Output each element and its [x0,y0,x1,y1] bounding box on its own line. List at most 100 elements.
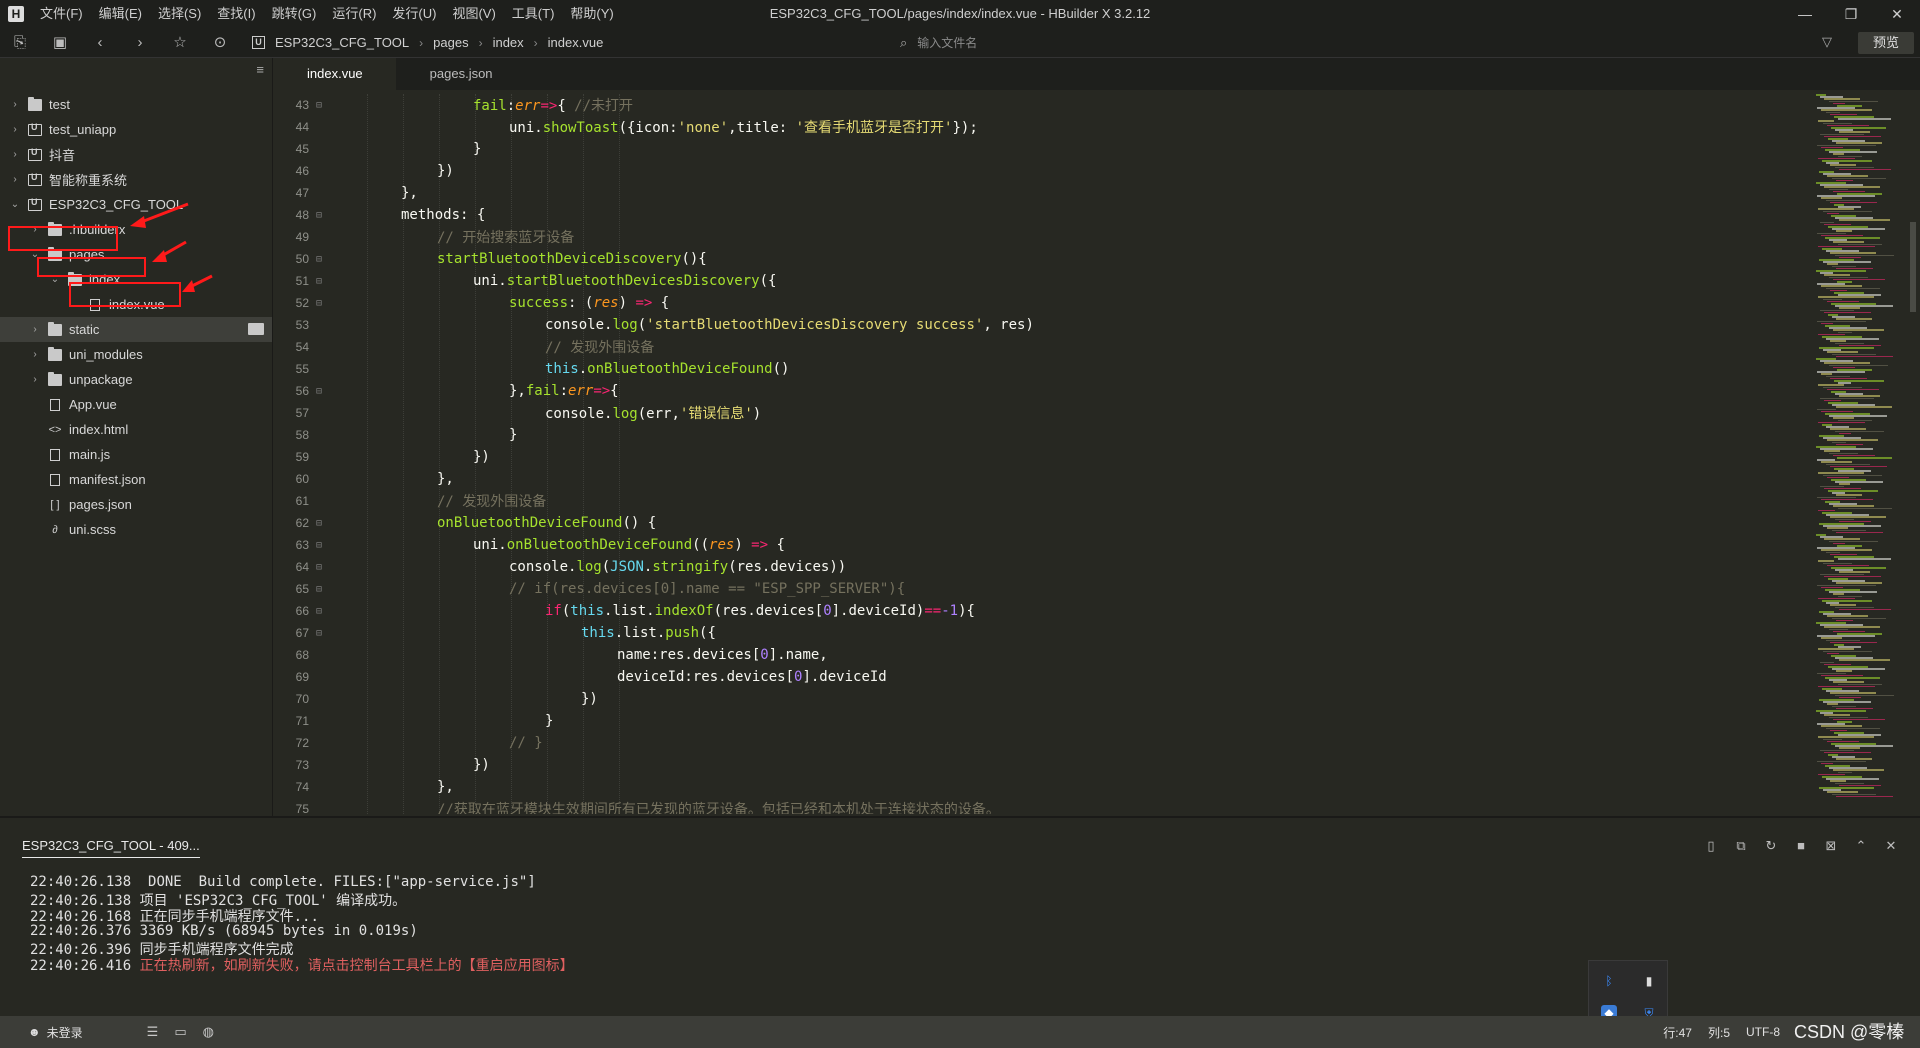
menu-item[interactable]: 跳转(G) [264,0,325,28]
fold-icon[interactable]: ⊟ [309,562,329,573]
code-line[interactable]: 73}) [273,754,1813,776]
tree-item[interactable]: manifest.json [0,467,272,492]
close-icon[interactable]: ✕ [1874,0,1920,28]
bluetooth-icon[interactable]: ᛒ [1601,973,1617,989]
code-line[interactable]: 58} [273,424,1813,446]
run-icon[interactable]: ⊙ [200,28,240,58]
code-line[interactable]: 51 ⊟ uni.startBluetoothDevicesDiscovery({ [273,270,1813,292]
code-line[interactable]: 59}) [273,446,1813,468]
fold-icon[interactable]: ⊟ [309,628,329,639]
code-line[interactable]: 43 ⊟ fail:err=>{ //未打开 [273,94,1813,116]
tree-item[interactable]: › 智能称重系统 [0,167,272,192]
fold-icon[interactable]: ⊟ [309,298,329,309]
code-line[interactable]: 66 ⊟ if(this.list.indexOf(res.devices[0].d… [273,600,1813,622]
menu-item[interactable]: 运行(R) [324,0,384,28]
file-search-input[interactable] [917,36,1518,50]
tree-item[interactable]: › test_uniapp [0,117,272,142]
code-line[interactable]: 47}, [273,182,1813,204]
code-line[interactable]: 56 ⊟},fail:err=>{ [273,380,1813,402]
new-file-icon[interactable]: ⎘ [0,28,40,58]
cursor-column[interactable]: 列:5 [1708,1024,1730,1041]
menu-item[interactable]: 发行(U) [384,0,444,28]
tab-index-vue[interactable]: index.vue [273,58,396,90]
code-line[interactable]: 68 name:res.devices[0].name, [273,644,1813,666]
breadcrumb-item[interactable]: pages [433,35,468,50]
preview-button[interactable]: 预览 [1858,32,1914,54]
code-line[interactable]: 48 ⊟ methods: { [273,204,1813,226]
code-line[interactable]: 55 this.onBluetoothDeviceFound() [273,358,1813,380]
tree-item[interactable]: › unpackage [0,367,272,392]
fold-icon[interactable]: ⊟ [309,276,329,287]
tree-item[interactable]: main.js [0,442,272,467]
menu-item[interactable]: 帮助(Y) [562,0,621,28]
phone-icon[interactable]: ▯ [1696,838,1726,854]
code-line[interactable]: 46}) [273,160,1813,182]
restore-icon[interactable]: ❐ [1828,0,1874,28]
menu-item[interactable]: 选择(S) [150,0,209,28]
code-line[interactable]: 57 console.log(err,'错误信息') [273,402,1813,424]
fold-icon[interactable]: ⊟ [309,254,329,265]
filter-icon[interactable]: ▽ [1822,34,1832,50]
chevron-right-icon[interactable]: › [8,124,22,135]
tree-item[interactable]: <> index.html [0,417,272,442]
close-console-icon[interactable]: ✕ [1876,838,1906,854]
star-icon[interactable]: ☆ [160,28,200,58]
menu-item[interactable]: 编辑(E) [91,0,150,28]
tree-item[interactable]: App.vue [0,392,272,417]
breadcrumb-item[interactable]: index [493,35,524,50]
code-line[interactable]: 50 ⊟ startBluetoothDeviceDiscovery(){ [273,248,1813,270]
open-folder-icon[interactable] [248,323,264,335]
code-line[interactable]: 53 console.log('startBluetoothDevicesDisc… [273,314,1813,336]
tree-item[interactable]: ∂ uni.scss [0,517,272,542]
code-line[interactable]: 62 ⊟ onBluetoothDeviceFound() { [273,512,1813,534]
minimize-icon[interactable]: — [1782,0,1828,28]
maximize-icon[interactable]: ⌃ [1846,838,1876,854]
tree-item[interactable]: › uni_modules [0,342,272,367]
minimap[interactable] [1812,94,1912,814]
chevron-down-icon[interactable]: ⌄ [8,199,22,210]
tree-item[interactable]: [ ] pages.json [0,492,272,517]
code-line[interactable]: 65 ⊟ // if(res.devices[0].name == "ESP_SPP… [273,578,1813,600]
chevron-right-icon[interactable]: › [28,374,42,385]
fold-icon[interactable]: ⊟ [309,540,329,551]
tree-item[interactable]: › static [0,317,272,342]
usb-icon[interactable]: ▮ [1641,973,1657,989]
code-line[interactable]: 52 ⊟ success: (res) => { [273,292,1813,314]
open-external-icon[interactable]: ⧉ [1726,838,1756,854]
fold-icon[interactable]: ⊟ [309,606,329,617]
menu-item[interactable]: 查找(I) [209,0,263,28]
menu-icon[interactable]: ≡ [256,62,264,77]
tab-pages-json[interactable]: pages.json [396,58,527,90]
chevron-right-icon[interactable]: › [8,174,22,185]
fold-icon[interactable]: ⊟ [309,386,329,397]
fold-icon[interactable]: ⊟ [309,100,329,111]
menu-item[interactable]: 文件(F) [32,0,91,28]
stop-icon[interactable]: ■ [1786,838,1816,854]
console-tab[interactable]: ESP32C3_CFG_TOOL - 409... [22,838,200,858]
code-line[interactable]: 70}) [273,688,1813,710]
list-icon[interactable]: ☰ [147,1024,159,1040]
fold-icon[interactable]: ⊟ [309,518,329,529]
globe-icon[interactable]: ◍ [203,1024,214,1040]
code-line[interactable]: 61 // 发现外围设备 [273,490,1813,512]
login-status[interactable]: 未登录 [47,1024,83,1041]
menu-item[interactable]: 工具(T) [504,0,563,28]
editor-scrollbar[interactable] [1910,222,1916,312]
forward-icon[interactable]: › [120,28,160,58]
fold-icon[interactable]: ⊟ [309,584,329,595]
back-icon[interactable]: ‹ [80,28,120,58]
chevron-right-icon[interactable]: › [28,324,42,335]
restart-icon[interactable]: ↻ [1756,838,1786,854]
chevron-right-icon[interactable]: › [8,149,22,160]
breadcrumb-item[interactable]: index.vue [548,35,604,50]
code-line[interactable]: 44 uni.showToast({icon:'none',title: '查看手… [273,116,1813,138]
chevron-right-icon[interactable]: › [8,99,22,110]
clear-icon[interactable]: ⊠ [1816,838,1846,854]
menu-item[interactable]: 视图(V) [444,0,503,28]
tree-item[interactable]: › test [0,92,272,117]
code-line[interactable]: 45} [273,138,1813,160]
code-line[interactable]: 63 ⊟ uni.onBluetoothDeviceFound((res) => { [273,534,1813,556]
terminal-icon[interactable]: ▭ [174,1024,186,1040]
tree-item[interactable]: › 抖音 [0,142,272,167]
code-editor[interactable]: 43 ⊟ fail:err=>{ //未打开 44 uni.showToast({ico… [273,94,1813,814]
